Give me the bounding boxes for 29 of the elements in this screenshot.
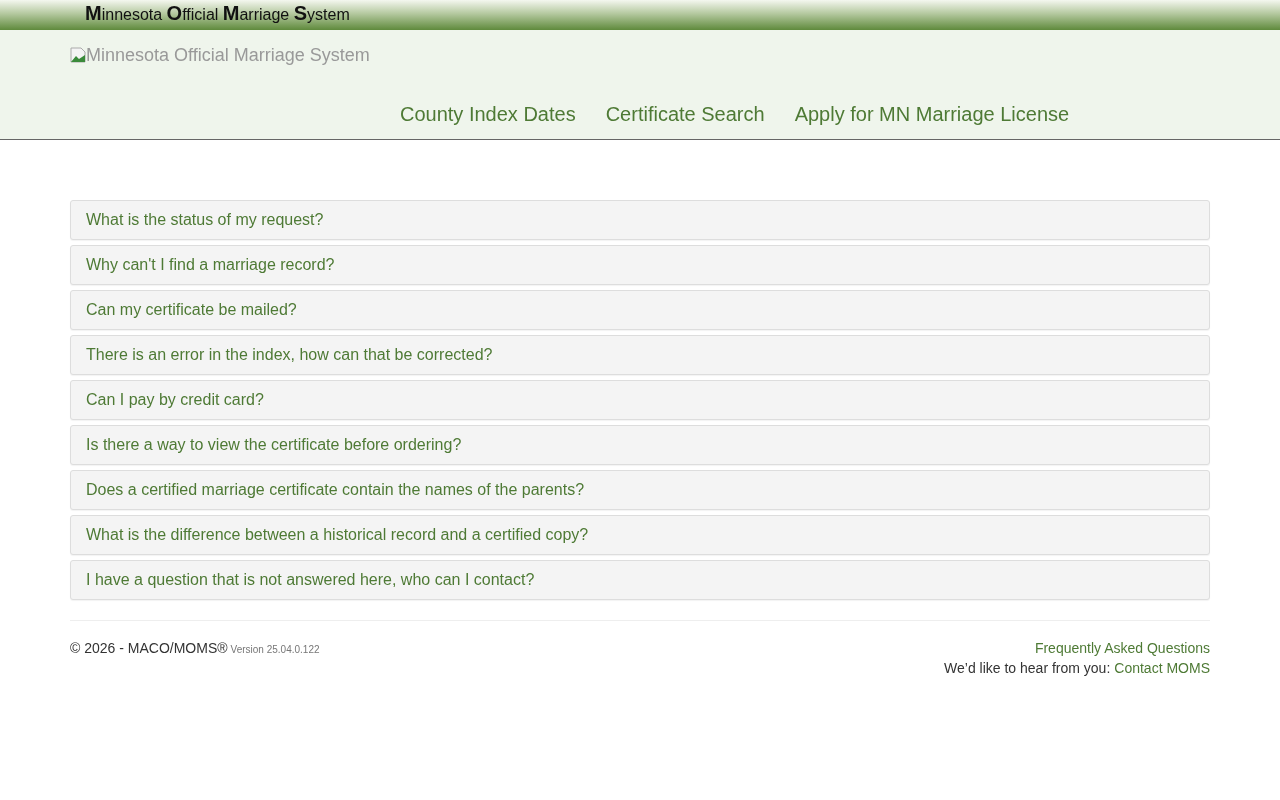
faq-link[interactable]: Frequently Asked Questions: [1034, 640, 1210, 656]
broken-image-icon: [70, 47, 86, 63]
site-title: Minnesota Official Marriage System: [85, 2, 350, 26]
faq-panel[interactable]: There is an error in the index, how can that be corrected?: [70, 335, 1210, 375]
copyright-text: © 2026 - MACO/MOMS®: [70, 640, 228, 656]
faq-panel[interactable]: Is there a way to view the certificate before ordering?: [70, 425, 1210, 465]
faq-question[interactable]: Does a certified marriage certificate contain the names of the parents?: [86, 481, 585, 499]
version-text: Version 25.04.0.122: [230, 644, 320, 655]
contact-link[interactable]: Contact MOMS: [1114, 660, 1210, 676]
faq-question[interactable]: What is the difference between a historical record and a certified copy?: [86, 526, 589, 544]
faq-panel[interactable]: Does a certified marriage certificate contain the names of the parents?: [70, 470, 1210, 510]
faq-question[interactable]: There is an error in the index, how can that be corrected?: [86, 346, 493, 364]
nav-link[interactable]: County Index Dates: [400, 103, 576, 126]
logo-alt-text: Minnesota Official Marriage System: [86, 44, 370, 66]
faq-question[interactable]: I have a question that is not answered here, who can I contact?: [86, 571, 535, 589]
faq-question[interactable]: Why can't I find a marriage record?: [86, 256, 335, 274]
faq-question[interactable]: Can my certificate be mailed?: [86, 301, 297, 319]
faq-question[interactable]: Is there a way to view the certificate before ordering?: [86, 436, 462, 454]
nav-link[interactable]: Apply for MN Marriage License: [794, 103, 1070, 126]
contact-prompt: We’d like to hear from you:: [944, 660, 1111, 676]
faq-question[interactable]: Can I pay by credit card?: [86, 391, 264, 409]
faq-panel[interactable]: I have a question that is not answered here, who can I contact?: [70, 560, 1210, 600]
faq-panel[interactable]: Can I pay by credit card?: [70, 380, 1210, 420]
faq-panel[interactable]: What is the status of my request?: [70, 200, 1210, 240]
faq-panel[interactable]: Why can't I find a marriage record?: [70, 245, 1210, 285]
faq-panel[interactable]: What is the difference between a historical record and a certified copy?: [70, 515, 1210, 555]
nav-link[interactable]: Certificate Search: [605, 103, 765, 126]
faq-question[interactable]: What is the status of my request?: [86, 211, 324, 229]
faq-panel[interactable]: Can my certificate be mailed?: [70, 290, 1210, 330]
